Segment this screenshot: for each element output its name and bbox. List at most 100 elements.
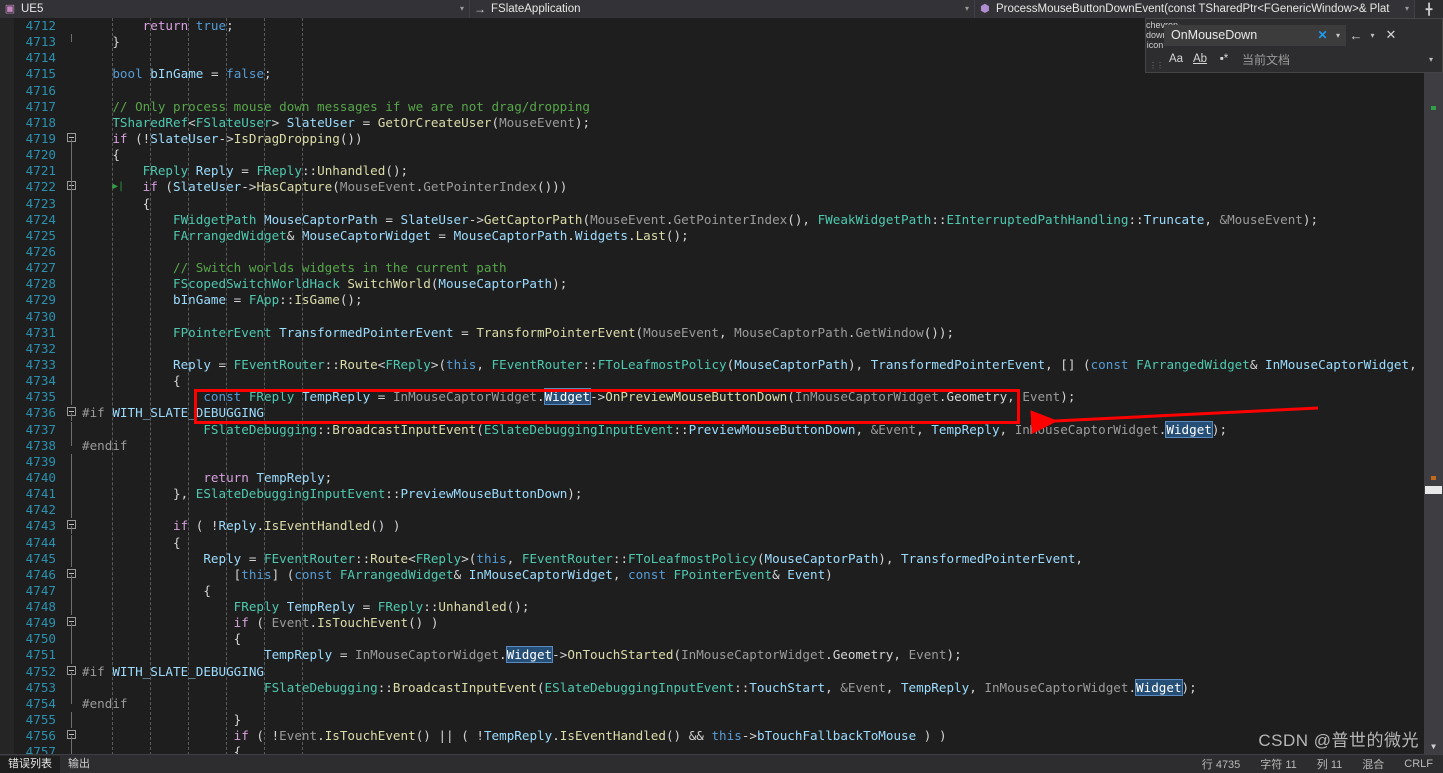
indicator-margin[interactable] [0, 211, 14, 228]
code-line[interactable]: 4735 const FReply TempReply = InMouseCap… [0, 388, 1424, 406]
code-text[interactable]: return TempReply; [82, 470, 332, 486]
indicator-margin[interactable] [0, 373, 14, 390]
split-view-icon[interactable]: ╋ [1415, 0, 1443, 18]
indicator-margin[interactable] [0, 502, 14, 519]
indicator-margin[interactable] [0, 276, 14, 293]
code-text[interactable]: FReply TempReply = FReply::Unhandled(); [82, 599, 530, 615]
status-tab-1[interactable]: 输出 [60, 756, 98, 773]
code-line[interactable]: 4740 return TempReply; [0, 469, 1424, 487]
class-dropdown[interactable]: → FSlateApplication ▾ [470, 0, 975, 18]
code-text[interactable]: // Only process mouse down messages if w… [82, 99, 590, 115]
indicator-margin[interactable] [0, 18, 14, 35]
indicator-margin[interactable] [0, 695, 14, 713]
code-text[interactable]: FReply Reply = FReply::Unhandled(); [82, 163, 408, 179]
indicator-margin[interactable] [0, 728, 14, 745]
code-line[interactable]: 4746 [this] (const FArrangedWidget& InMo… [0, 566, 1424, 583]
match-case-icon[interactable]: Aa [1164, 53, 1188, 65]
code-text[interactable]: { [82, 373, 181, 389]
code-line[interactable]: 4718 TSharedRef<FSlateUser> SlateUser = … [0, 114, 1424, 131]
code-text[interactable]: if ( !Reply.IsEventHandled() ) [82, 518, 401, 534]
indicator-margin[interactable] [0, 292, 14, 309]
code-text[interactable]: FSlateDebugging::BroadcastInputEvent(ESl… [82, 678, 1197, 696]
indicator-margin[interactable] [0, 163, 14, 180]
code-line[interactable]: 4736 #if WITH_SLATE_DEBUGGING [0, 405, 1424, 422]
indicator-margin[interactable] [0, 179, 14, 196]
code-text[interactable]: TempReply = InMouseCaptorWidget.Widget->… [82, 646, 962, 664]
code-line[interactable]: 4732 [0, 340, 1424, 357]
indicator-margin[interactable] [0, 130, 14, 148]
code-text[interactable]: FArrangedWidget& MouseCaptorWidget = Mou… [82, 228, 689, 244]
code-text[interactable]: bInGame = FApp::IsGame(); [82, 292, 363, 308]
code-line[interactable]: 4725 FArrangedWidget& MouseCaptorWidget … [0, 227, 1424, 244]
indicator-margin[interactable] [0, 308, 14, 325]
code-line[interactable]: 4724 FWidgetPath MouseCaptorPath = Slate… [0, 211, 1424, 228]
indicator-margin[interactable] [0, 647, 14, 664]
match-whole-word-icon[interactable]: Ab [1188, 53, 1212, 65]
indicator-margin[interactable] [0, 615, 14, 632]
indicator-margin[interactable] [0, 405, 14, 422]
code-text[interactable]: if (SlateUser->HasCapture(MouseEvent.Get… [82, 179, 568, 195]
code-line[interactable]: 4750 { [0, 631, 1424, 648]
code-text[interactable]: bool bInGame = false; [82, 66, 271, 82]
indicator-margin[interactable] [0, 243, 14, 261]
code-line[interactable]: 4751 TempReply = InMouseCaptorWidget.Wid… [0, 646, 1424, 664]
indicator-margin[interactable] [0, 34, 14, 51]
resize-grip-icon[interactable]: ⋮⋮ [1149, 61, 1164, 70]
use-regex-icon[interactable]: ▪* [1212, 53, 1236, 65]
code-line[interactable]: 4752 #if WITH_SLATE_DEBUGGING [0, 663, 1424, 680]
code-text[interactable]: if ( !Event.IsTouchEvent() || ( !TempRep… [82, 728, 947, 744]
status-tab-0[interactable]: 错误列表 [0, 755, 60, 773]
code-line[interactable]: 4731 FPointerEvent TransformedPointerEve… [0, 324, 1424, 341]
vertical-scrollbar[interactable]: ▲ ▼ [1424, 18, 1443, 755]
code-line[interactable]: 4743 if ( !Reply.IsEventHandled() ) [0, 518, 1424, 535]
indicator-margin[interactable] [0, 114, 14, 131]
indicator-margin[interactable] [0, 356, 14, 374]
code-line[interactable]: 4741 }, ESlateDebuggingInputEvent::Previ… [0, 486, 1424, 503]
code-text[interactable]: #if WITH_SLATE_DEBUGGING [82, 405, 264, 421]
code-line[interactable]: 4745 Reply = FEventRouter::Route<FReply>… [0, 550, 1424, 567]
find-input-wrapper[interactable]: OnMouseDown ✕ ▾ [1164, 24, 1346, 46]
chevron-down-icon[interactable]: ▾ [1400, 0, 1414, 18]
search-input[interactable]: OnMouseDown [1165, 28, 1314, 42]
code-text[interactable]: FWidgetPath MouseCaptorPath = SlateUser-… [82, 212, 1318, 228]
scrollbar-thumb[interactable] [1425, 486, 1442, 494]
clear-search-icon[interactable]: ✕ [1314, 28, 1331, 42]
code-text[interactable]: Reply = FEventRouter::Route<FReply>(this… [82, 357, 1424, 373]
indicator-margin[interactable] [0, 50, 14, 67]
code-line[interactable]: 4730 [0, 308, 1424, 325]
code-text[interactable]: #endif [82, 696, 128, 712]
indicator-margin[interactable] [0, 469, 14, 487]
code-text[interactable]: return true; [82, 18, 234, 34]
code-text[interactable]: TSharedRef<FSlateUser> SlateUser = GetOr… [82, 115, 590, 131]
indicator-margin[interactable] [0, 518, 14, 535]
code-line[interactable]: 4717 // Only process mouse down messages… [0, 98, 1424, 115]
code-line[interactable]: 4744 { [0, 534, 1424, 551]
code-line[interactable]: 4722 ▶| if (SlateUser->HasCapture(MouseEv… [0, 179, 1424, 196]
code-text[interactable]: const FReply TempReply = InMouseCaptorWi… [82, 388, 1075, 406]
indicator-margin[interactable] [0, 389, 14, 406]
indicator-margin[interactable] [0, 340, 14, 357]
code-line[interactable]: 4728 FScopedSwitchWorldHack SwitchWorld(… [0, 276, 1424, 293]
find-widget[interactable]: chevron-down-icon OnMouseDown ✕ ▾ ← ▾ ✕ … [1145, 18, 1443, 73]
code-line[interactable]: 4747 { [0, 582, 1424, 600]
code-text[interactable]: #endif [82, 438, 128, 454]
find-direction-caret-icon[interactable]: ▾ [1366, 31, 1379, 40]
chevron-down-icon[interactable]: ▾ [960, 0, 974, 18]
chevron-down-icon[interactable]: chevron-down-icon [1146, 20, 1181, 50]
find-previous-button[interactable]: ← [1346, 28, 1366, 43]
code-text[interactable]: { [82, 631, 242, 647]
indicator-margin[interactable] [0, 453, 14, 470]
code-text[interactable]: FScopedSwitchWorldHack SwitchWorld(Mouse… [82, 276, 567, 292]
indicator-margin[interactable] [0, 663, 14, 680]
code-text[interactable]: // Switch worlds widgets in the current … [82, 260, 507, 276]
code-editor-surface[interactable]: 4712 return true; 4713 } 4714 4715 bool bIn… [0, 18, 1443, 755]
code-line[interactable]: 4753 FSlateDebugging::BroadcastInputEven… [0, 678, 1424, 696]
close-find-button[interactable]: ✕ [1379, 27, 1403, 43]
code-text[interactable]: Reply = FEventRouter::Route<FReply>(this… [82, 551, 1083, 567]
code-text[interactable]: } [82, 712, 242, 728]
code-line[interactable]: 4755 } [0, 712, 1424, 729]
scroll-down-button[interactable]: ▼ [1424, 739, 1443, 755]
indicator-margin[interactable] [0, 227, 14, 244]
indicator-margin[interactable] [0, 260, 14, 277]
code-line[interactable]: 4749 if ( Event.IsTouchEvent() ) [0, 615, 1424, 632]
